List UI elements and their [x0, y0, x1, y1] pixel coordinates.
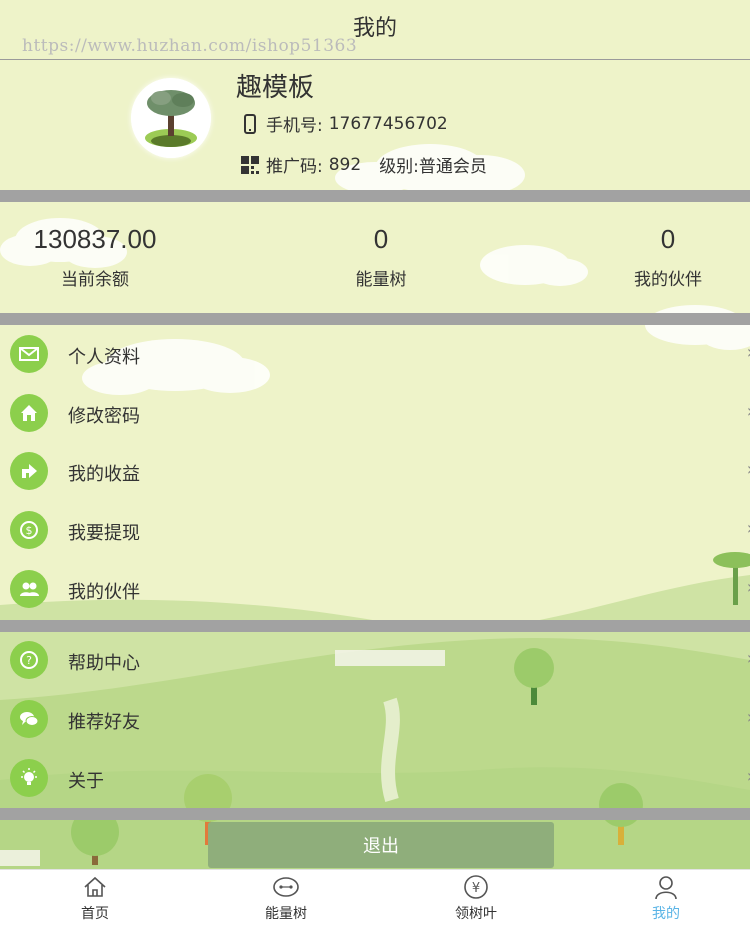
energy-tree-value: 0 [373, 224, 389, 254]
menu-item-label: 关于 [68, 771, 104, 792]
dollar-coin-icon: $ [10, 511, 48, 549]
menu-item-about[interactable]: 关于 › [0, 749, 750, 807]
promo-code-row: 推广码: 892 级别: 普通会员 [240, 152, 487, 177]
logout-button[interactable]: 退出 [208, 822, 554, 868]
phone-icon [244, 113, 256, 134]
svg-text:$: $ [26, 524, 33, 537]
people-icon [10, 570, 48, 608]
menu-item-withdraw[interactable]: $ 我要提现 › [0, 501, 750, 559]
menu-item-profile[interactable]: 个人资料 › [0, 325, 750, 383]
share-icon [10, 452, 48, 490]
svg-text:¥: ¥ [472, 881, 480, 896]
user-icon [655, 876, 677, 900]
menu-item-label: 我的伙伴 [68, 582, 140, 603]
tab-home[interactable]: 首页 [35, 870, 155, 929]
stat-balance[interactable]: 130837.00 当前余额 [20, 224, 170, 290]
menu-item-label: 推荐好友 [68, 712, 140, 733]
home-icon [10, 394, 48, 432]
balance-value: 130837.00 [33, 224, 157, 254]
divider [0, 313, 750, 325]
top-header: 我的 https://www.huzhan.com/ishop51363 [0, 0, 750, 60]
menu-item-label: 我的收益 [68, 464, 140, 485]
partners-value: 0 [660, 224, 676, 254]
lightbulb-icon [10, 759, 48, 797]
menu-item-help[interactable]: ? 帮助中心 › [0, 631, 750, 689]
stat-energy-tree[interactable]: 0 能量树 [321, 224, 441, 290]
tab-mine[interactable]: 我的 [606, 870, 726, 929]
phone-value: 17677456702 [328, 113, 448, 134]
bottom-tab-bar: 首页 能量树 ¥ 领树叶 我的 [0, 869, 750, 929]
balance-label: 当前余额 [61, 270, 129, 290]
svg-text:?: ? [26, 654, 32, 667]
promo-code-label: 推广码: [266, 157, 323, 177]
menu-item-change-password[interactable]: 修改密码 › [0, 384, 750, 442]
tab-label: 能量树 [265, 906, 307, 922]
energy-tree-label: 能量树 [355, 270, 407, 290]
tab-collect-leaves[interactable]: ¥ 领树叶 [416, 870, 536, 929]
divider [0, 190, 750, 202]
phone-row: 手机号: 17677456702 [240, 111, 448, 136]
tree-logo-icon [131, 78, 211, 158]
home-outline-icon [84, 876, 106, 897]
menu-item-partners[interactable]: 我的伙伴 › [0, 560, 750, 618]
menu-item-label: 帮助中心 [68, 653, 140, 674]
avatar[interactable] [131, 78, 211, 158]
tab-energy-tree[interactable]: 能量树 [226, 870, 346, 929]
username: 趣模板 [236, 73, 315, 103]
divider [0, 808, 750, 820]
stats-section: 130837.00 当前余额 0 能量树 0 我的伙伴 [0, 202, 750, 313]
profile-section: 趣模板 手机号: 17677456702 推广码: 892 级别: 普通会员 [0, 61, 750, 189]
tab-label: 领树叶 [455, 906, 497, 922]
energy-tree-icon [273, 877, 299, 897]
tab-label: 我的 [652, 906, 680, 922]
menu-item-earnings[interactable]: 我的收益 › [0, 442, 750, 500]
menu-item-recommend[interactable]: 推荐好友 › [0, 690, 750, 748]
phone-label: 手机号: [266, 116, 323, 136]
level-value: 普通会员 [418, 157, 487, 177]
level-label: 级别: [379, 157, 419, 177]
stat-partners[interactable]: 0 我的伙伴 [608, 224, 728, 290]
promo-code-value: 892 [328, 154, 362, 175]
qr-code-icon [241, 155, 259, 174]
watermark-text: https://www.huzhan.com/ishop51363 [22, 36, 358, 56]
partners-label: 我的伙伴 [634, 270, 702, 290]
help-icon: ? [10, 641, 48, 679]
menu-item-label: 我要提现 [68, 523, 140, 544]
menu-item-label: 个人资料 [68, 347, 140, 368]
menu-item-label: 修改密码 [68, 406, 140, 427]
mail-icon [10, 335, 48, 373]
yen-coin-icon: ¥ [464, 875, 488, 899]
tab-label: 首页 [81, 906, 109, 922]
chat-icon [10, 700, 48, 738]
